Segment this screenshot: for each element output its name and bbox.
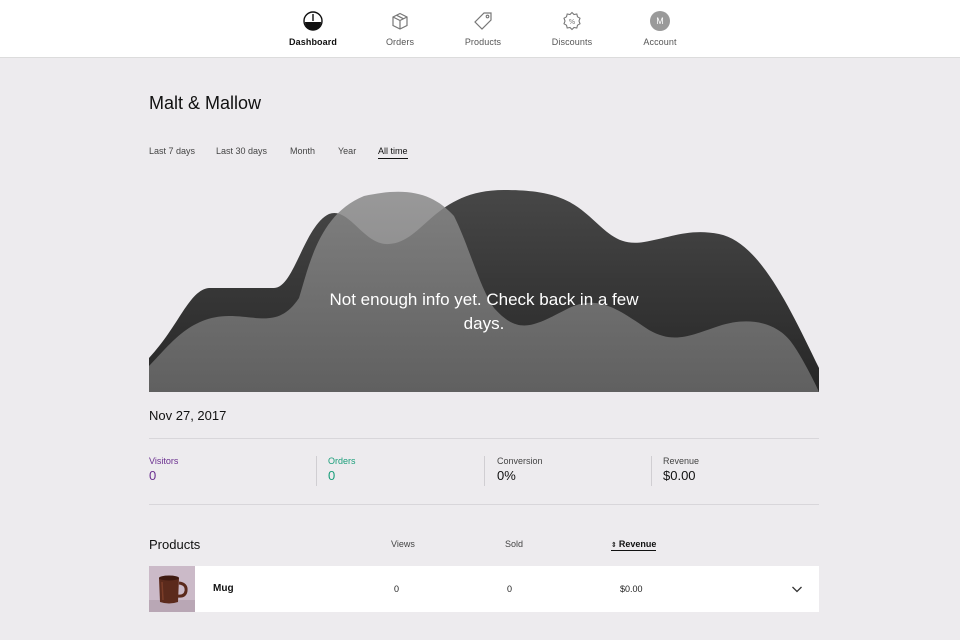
range-last-30-days[interactable]: Last 30 days xyxy=(216,146,267,156)
stat-orders: Orders 0 xyxy=(328,456,356,486)
nav-label: Dashboard xyxy=(289,37,337,47)
percent-badge-icon: % xyxy=(563,11,581,31)
column-header-sold[interactable]: Sold xyxy=(505,539,523,549)
nav-dashboard[interactable]: Dashboard xyxy=(273,10,353,47)
stat-conversion: Conversion 0% xyxy=(497,456,543,486)
sort-icon: ⇕ xyxy=(611,542,617,549)
stat-value: 0% xyxy=(497,468,516,483)
placeholder-chart: Not enough info yet. Check back in a few… xyxy=(149,186,819,392)
product-views: 0 xyxy=(394,584,400,594)
nav-orders[interactable]: Orders xyxy=(360,10,440,47)
dashboard-gauge-icon xyxy=(303,11,323,31)
svg-text:%: % xyxy=(569,18,576,26)
stat-label: Visitors xyxy=(149,456,179,466)
mug-image-icon xyxy=(149,566,195,612)
divider xyxy=(149,504,819,505)
stat-label: Conversion xyxy=(497,456,543,466)
stat-divider xyxy=(651,456,652,486)
stat-value: 0 xyxy=(328,468,336,483)
chevron-down-icon[interactable] xyxy=(791,583,803,595)
selected-date: Nov 27, 2017 xyxy=(149,408,227,423)
divider xyxy=(149,438,819,439)
range-last-7-days[interactable]: Last 7 days xyxy=(149,146,195,156)
column-header-revenue[interactable]: ⇕ Revenue xyxy=(611,539,657,551)
range-year[interactable]: Year xyxy=(338,146,356,156)
range-month[interactable]: Month xyxy=(290,146,315,156)
stat-visitors: Visitors 0 xyxy=(149,456,178,486)
product-sold: 0 xyxy=(507,584,513,594)
stat-revenue: Revenue $0.00 xyxy=(663,456,699,486)
chart-empty-message: Not enough info yet. Check back in a few… xyxy=(329,290,639,333)
stat-divider xyxy=(316,456,317,486)
product-name: Mug xyxy=(213,583,234,594)
table-row[interactable]: Mug 0 0 $0.00 xyxy=(149,566,819,612)
nav-label: Account xyxy=(643,37,677,47)
range-all-time[interactable]: All time xyxy=(378,146,408,159)
stat-divider xyxy=(484,456,485,486)
top-nav: Dashboard Orders Products % Discounts M … xyxy=(0,0,960,58)
column-header-views[interactable]: Views xyxy=(391,539,415,549)
stat-value: $0.00 xyxy=(663,468,696,483)
nav-products[interactable]: Products xyxy=(443,10,523,47)
page-title: Malt & Mallow xyxy=(149,93,262,113)
nav-discounts[interactable]: % Discounts xyxy=(532,10,612,47)
products-heading: Products xyxy=(149,537,201,552)
stat-label: Revenue xyxy=(663,456,700,466)
box-icon xyxy=(392,12,408,30)
product-thumbnail xyxy=(149,566,195,612)
nav-label: Products xyxy=(464,37,502,47)
nav-label: Discounts xyxy=(551,37,593,47)
stat-value: 0 xyxy=(149,468,157,483)
nav-label: Orders xyxy=(385,37,415,47)
column-header-label: Revenue xyxy=(618,539,657,549)
tag-icon xyxy=(474,12,492,30)
product-revenue: $0.00 xyxy=(620,584,643,594)
avatar: M xyxy=(650,11,670,31)
nav-account[interactable]: M Account xyxy=(620,10,700,47)
stat-label: Orders xyxy=(328,456,356,466)
